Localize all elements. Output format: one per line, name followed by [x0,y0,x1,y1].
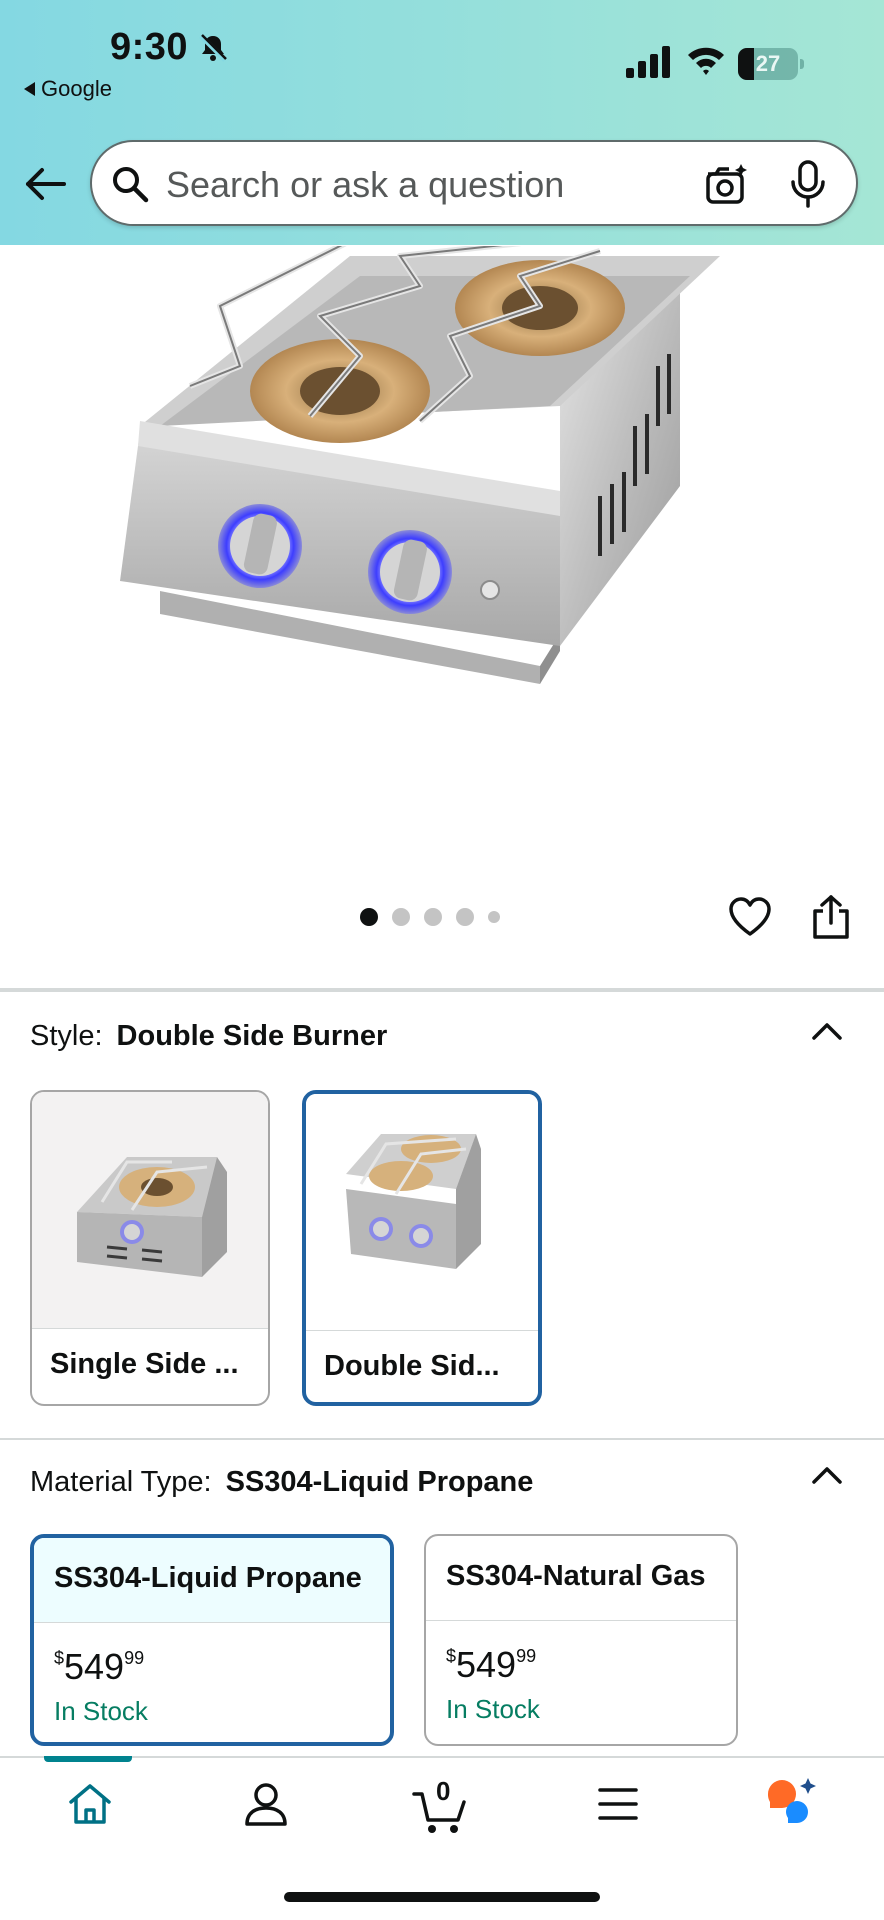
material-option-stock-status: In Stock [54,1696,148,1726]
status-time: 9:30 [110,26,189,68]
microphone-icon[interactable] [790,160,826,208]
carousel-dot[interactable] [456,908,474,926]
menu-icon[interactable] [598,1786,638,1822]
material-option-price: $54999 [446,1644,537,1685]
style-option-label: Single Side ... [50,1348,239,1380]
material-option-stock-status: In Stock [446,1694,540,1724]
cellular-signal-icon [626,46,670,78]
material-option-liquid-propane[interactable]: SS304-Liquid Propane $54999 In Stock [30,1534,394,1746]
camera-lens-icon[interactable] [704,162,748,206]
material-option-natural-gas[interactable]: SS304-Natural Gas $54999 In Stock [424,1534,738,1746]
battery-level: 27 [755,51,781,76]
material-option-name: SS304-Liquid Propane [54,1562,362,1594]
image-carousel-indicator[interactable] [360,908,500,926]
back-to-app-link[interactable]: Google [24,76,112,102]
single-burner-thumbnail-image [77,1157,227,1277]
account-icon[interactable] [243,1780,289,1828]
style-option-double[interactable]: Double Sid... [302,1090,542,1406]
rufus-assistant-icon[interactable] [764,1776,820,1828]
bell-slash-icon [199,34,227,62]
material-option-name: SS304-Natural Gas [446,1560,706,1592]
wifi-icon [688,47,724,75]
search-icon [113,167,149,203]
style-option-label: Double Sid... [324,1350,500,1382]
app-header: 9:30 Google 27 Search or ask a question [0,0,884,245]
heart-icon[interactable] [728,896,772,938]
style-thumbnail-double [306,1094,538,1330]
collapse-material-chevron-up-icon[interactable] [810,1464,844,1486]
back-app-label: Google [41,76,112,101]
carousel-dot[interactable] [424,908,442,926]
search-input[interactable]: Search or ask a question [166,164,564,206]
section-divider [0,1438,884,1440]
material-label: Material Type: [30,1466,212,1498]
style-option-single[interactable]: Single Side ... [30,1090,270,1406]
back-triangle-icon [24,82,35,96]
product-image-double-burner[interactable] [120,246,760,836]
battery-indicator: 27 [738,48,804,80]
material-selected-value: SS304-Liquid Propane [225,1466,534,1498]
material-option-price: $54999 [54,1646,145,1687]
style-selected-value: Double Side Burner [116,1020,388,1052]
material-header: Material Type: SS304-Liquid Propane [30,1466,533,1499]
back-arrow-icon[interactable] [24,166,66,202]
cart-count-badge: 0 [436,1776,451,1806]
share-icon[interactable] [812,894,850,940]
style-header: Style: Double Side Burner [30,1020,387,1053]
style-label: Style: [30,1020,103,1052]
search-bar[interactable]: Search or ask a question [90,140,858,226]
home-icon[interactable] [66,1780,114,1828]
carousel-dot[interactable] [488,911,500,923]
section-divider [0,988,884,992]
double-burner-thumbnail-image [346,1134,481,1269]
home-indicator-bar [284,1892,600,1902]
carousel-dot[interactable] [392,908,410,926]
collapse-style-chevron-up-icon[interactable] [810,1020,844,1042]
active-tab-indicator [44,1756,132,1762]
carousel-dot[interactable] [360,908,378,926]
style-thumbnail-single [32,1092,268,1328]
